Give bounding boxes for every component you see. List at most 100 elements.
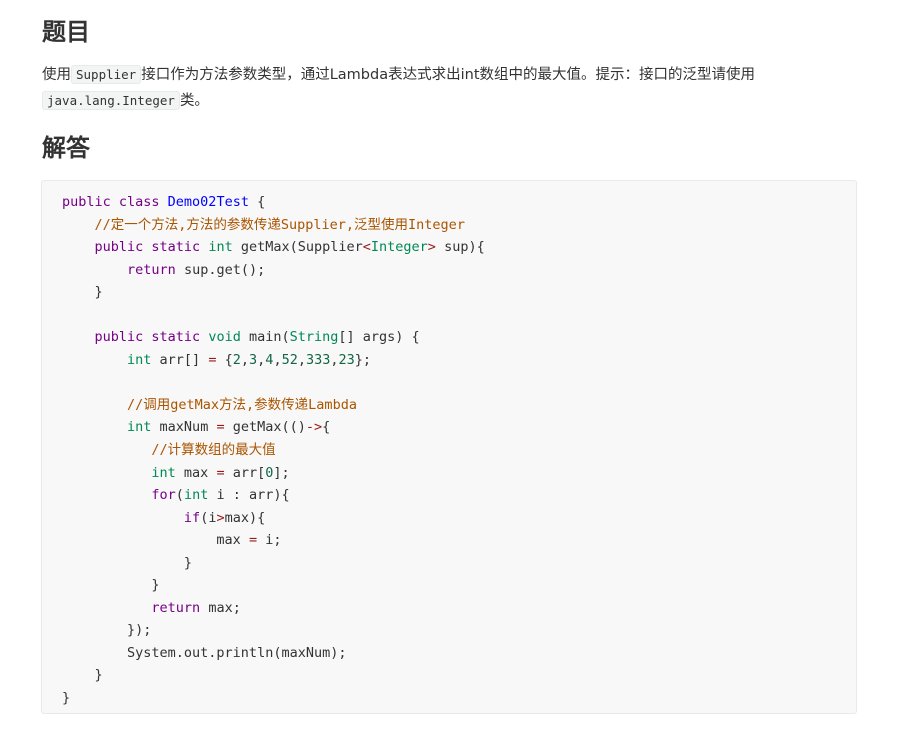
code-token: = (216, 419, 225, 436)
code-token: public static (94, 239, 209, 256)
code-line: } (62, 687, 856, 710)
code-token: max){ (224, 509, 266, 526)
inline-code-supplier: Supplier (71, 65, 142, 84)
code-token: int (208, 239, 233, 256)
code-line: return max; (62, 597, 856, 620)
code-token: public class (62, 194, 168, 210)
code-token: System.out.println(maxNum); (62, 644, 347, 661)
code-line: int max = arr[0]; (62, 462, 856, 485)
code-token: public static (94, 329, 209, 346)
code-token: //定一个方法,方法的参数传递Supplier,泛型使用Integer (94, 216, 465, 233)
code-token: { (216, 351, 233, 368)
code-line: } (62, 574, 856, 597)
code-token: }; (354, 351, 372, 368)
code-token: -> (305, 419, 323, 436)
code-token: return (127, 261, 176, 278)
code-token: } (62, 554, 193, 571)
code-token: int (127, 351, 152, 368)
code-token: int (127, 419, 152, 436)
code-token: String (289, 329, 339, 346)
code-token: Integer (370, 239, 428, 256)
code-token: < (362, 239, 371, 256)
code-token: i; (257, 532, 282, 549)
code-content: public class Demo02Test { //定一个方法,方法的参数传… (42, 181, 856, 710)
code-token: //调用getMax方法,参数传递Lambda (127, 396, 357, 413)
code-token: 52 (281, 351, 298, 368)
code-token: int (183, 487, 209, 504)
code-line: int arr[] = {2,3,4,52,333,23}; (62, 349, 856, 372)
code-token: getMax(Supplier (232, 239, 363, 256)
code-line: } (62, 281, 856, 304)
code-line: if(i>max){ (62, 507, 856, 530)
code-line: public class Demo02Test { (62, 191, 856, 214)
code-token: , (330, 351, 339, 368)
code-line: } (62, 552, 856, 575)
code-token: if (183, 509, 201, 526)
code-token: [] args) { (338, 329, 420, 346)
code-token: getMax(() (224, 419, 306, 436)
code-line: return sup.get(); (62, 259, 856, 282)
code-token: 3 (249, 351, 258, 368)
code-token: Demo02Test (167, 194, 249, 210)
code-line: for(int i : arr){ (62, 484, 856, 507)
code-token: arr[ (224, 464, 266, 481)
code-token: , (297, 351, 306, 368)
code-token: //计算数组的最大值 (151, 442, 276, 459)
question-text-middle: 接口作为方法参数类型，通过Lambda表达式求出int数组中的最大值。提示：接口… (141, 67, 756, 83)
code-token: = (216, 464, 225, 481)
code-token: { (322, 419, 331, 436)
code-token: main( (240, 329, 290, 346)
code-token: } (62, 577, 160, 594)
code-token: } (62, 667, 103, 684)
code-line: int maxNum = getMax(()->{ (62, 416, 856, 439)
code-line: System.out.println(maxNum); (62, 642, 856, 665)
answer-heading: 解答 (42, 134, 90, 162)
code-token: ( (175, 487, 184, 504)
code-token: } (62, 284, 103, 301)
code-token: > (216, 509, 225, 526)
code-token: } (62, 690, 71, 707)
code-token: = (248, 532, 258, 549)
code-token: }); (62, 622, 152, 639)
code-token: 2 (232, 351, 241, 368)
code-token: sup.get(); (175, 261, 266, 278)
question-heading: 题目 (42, 18, 90, 46)
code-token: , (273, 351, 282, 368)
code-block[interactable]: public class Demo02Test { //定一个方法,方法的参数传… (41, 180, 857, 714)
question-text-after: 类。 (179, 93, 209, 109)
code-line: //计算数组的最大值 (62, 439, 856, 462)
code-token: 333 (305, 351, 331, 368)
code-token: max; (200, 599, 241, 616)
code-token: > (427, 239, 436, 256)
code-token: return (151, 599, 201, 616)
code-token: i : arr){ (208, 487, 290, 504)
inline-code-integer: java.lang.Integer (42, 91, 180, 110)
question-text-before: 使用 (42, 67, 71, 83)
code-line: max = i; (62, 529, 856, 552)
code-line: //定一个方法,方法的参数传递Supplier,泛型使用Integer (62, 214, 856, 237)
code-token: maxNum (151, 419, 217, 436)
code-line: public static void main(String[] args) { (62, 326, 856, 349)
code-token: , (240, 351, 250, 368)
code-token: ]; (273, 464, 290, 481)
question-paragraph: 使用 Supplier 接口作为方法参数类型，通过Lambda表达式求出int数组中… (42, 62, 872, 114)
code-line: }); (62, 619, 856, 642)
code-token: for (151, 487, 176, 504)
code-token: max (175, 464, 217, 481)
code-token: { (248, 194, 266, 210)
code-token: sup){ (435, 239, 485, 256)
code-token: int (151, 464, 176, 481)
code-line: public static int getMax(Supplier<Intege… (62, 236, 856, 259)
